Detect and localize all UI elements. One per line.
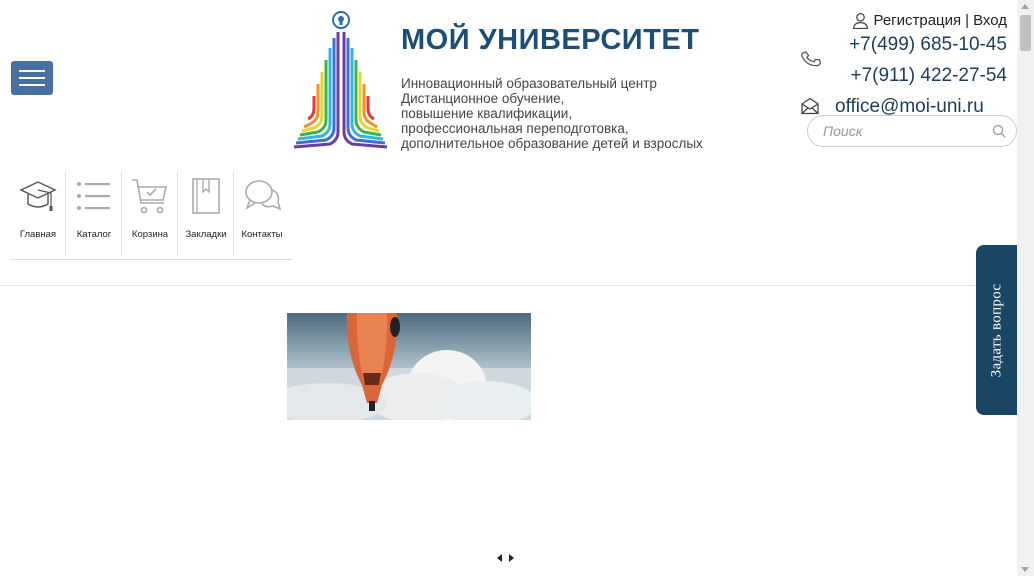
- header-divider: [0, 285, 1017, 286]
- ask-question-button[interactable]: Задать вопрос: [976, 245, 1017, 415]
- hamburger-line: [19, 84, 45, 86]
- mail-icon: [801, 97, 819, 115]
- slider-prev-icon[interactable]: [497, 554, 502, 562]
- scroll-down-icon[interactable]: [1021, 567, 1029, 572]
- slider-controls: [497, 554, 514, 562]
- nav-item-bookmarks[interactable]: Закладки: [178, 170, 234, 260]
- login-link[interactable]: Вход: [973, 12, 1007, 29]
- nav-item-cart[interactable]: Корзина: [122, 170, 178, 260]
- graduation-cap-icon: [19, 181, 57, 211]
- page: МОЙ УНИВЕРСИТЕТ Инновационный образовате…: [0, 0, 1034, 576]
- brand-title[interactable]: МОЙ УНИВЕРСИТЕТ: [401, 24, 699, 57]
- search-input[interactable]: [823, 123, 992, 139]
- register-link[interactable]: Регистрация: [873, 12, 961, 29]
- nav-item-label: Контакты: [241, 229, 283, 240]
- slider-image[interactable]: [287, 313, 531, 420]
- auth-links: Регистрация | Вход: [852, 12, 1007, 29]
- phone-icon: [801, 51, 821, 67]
- brand-description-line: Инновационный образовательный центр: [401, 76, 657, 91]
- brand-description-line: профессиональная переподготовка,: [401, 121, 629, 136]
- nav-item-label: Каталог: [76, 229, 112, 240]
- hot-air-balloon-image: [287, 313, 531, 420]
- search-box: [807, 115, 1017, 147]
- bookmark-icon: [192, 178, 220, 214]
- page-scrollbar[interactable]: [1017, 0, 1034, 576]
- phone-number[interactable]: +7(499) 685-10-45: [849, 34, 1007, 56]
- brand-description-line: Дистанционное обучение,: [401, 91, 565, 106]
- ask-question-label: Задать вопрос: [988, 283, 1005, 377]
- nav-item-catalog[interactable]: Каталог: [66, 170, 122, 260]
- nav-item-home[interactable]: Главная: [10, 170, 66, 260]
- hamburger-menu-button[interactable]: [11, 61, 53, 95]
- nav-item-label: Корзина: [131, 229, 169, 240]
- cart-icon: [132, 179, 168, 214]
- scrollbar-thumb[interactable]: [1020, 15, 1031, 51]
- list-icon: [77, 182, 110, 210]
- brand-description: Инновационный образовательный центр Дист…: [401, 76, 721, 151]
- nav-item-label: Закладки: [185, 229, 227, 240]
- search-icon[interactable]: [992, 124, 1006, 138]
- hamburger-line: [19, 77, 45, 79]
- scroll-up-icon[interactable]: [1021, 4, 1029, 9]
- user-icon: [853, 12, 869, 29]
- nav-item-label: Главная: [19, 229, 57, 240]
- brand-description-line: повышение квалификации,: [401, 106, 573, 121]
- auth-separator: |: [965, 12, 970, 29]
- phone-number[interactable]: +7(911) 422-27-54: [850, 65, 1007, 87]
- brand-description-line: дополнительное образование детей и взрос…: [401, 136, 703, 151]
- university-logo[interactable]: [292, 8, 392, 152]
- nav-item-contacts[interactable]: Контакты: [234, 170, 290, 260]
- quick-nav: Главная Каталог Корзина Закладки Контакт…: [10, 170, 291, 260]
- hamburger-line: [19, 70, 45, 72]
- slider-next-icon[interactable]: [509, 554, 514, 562]
- chat-icon: [245, 180, 282, 211]
